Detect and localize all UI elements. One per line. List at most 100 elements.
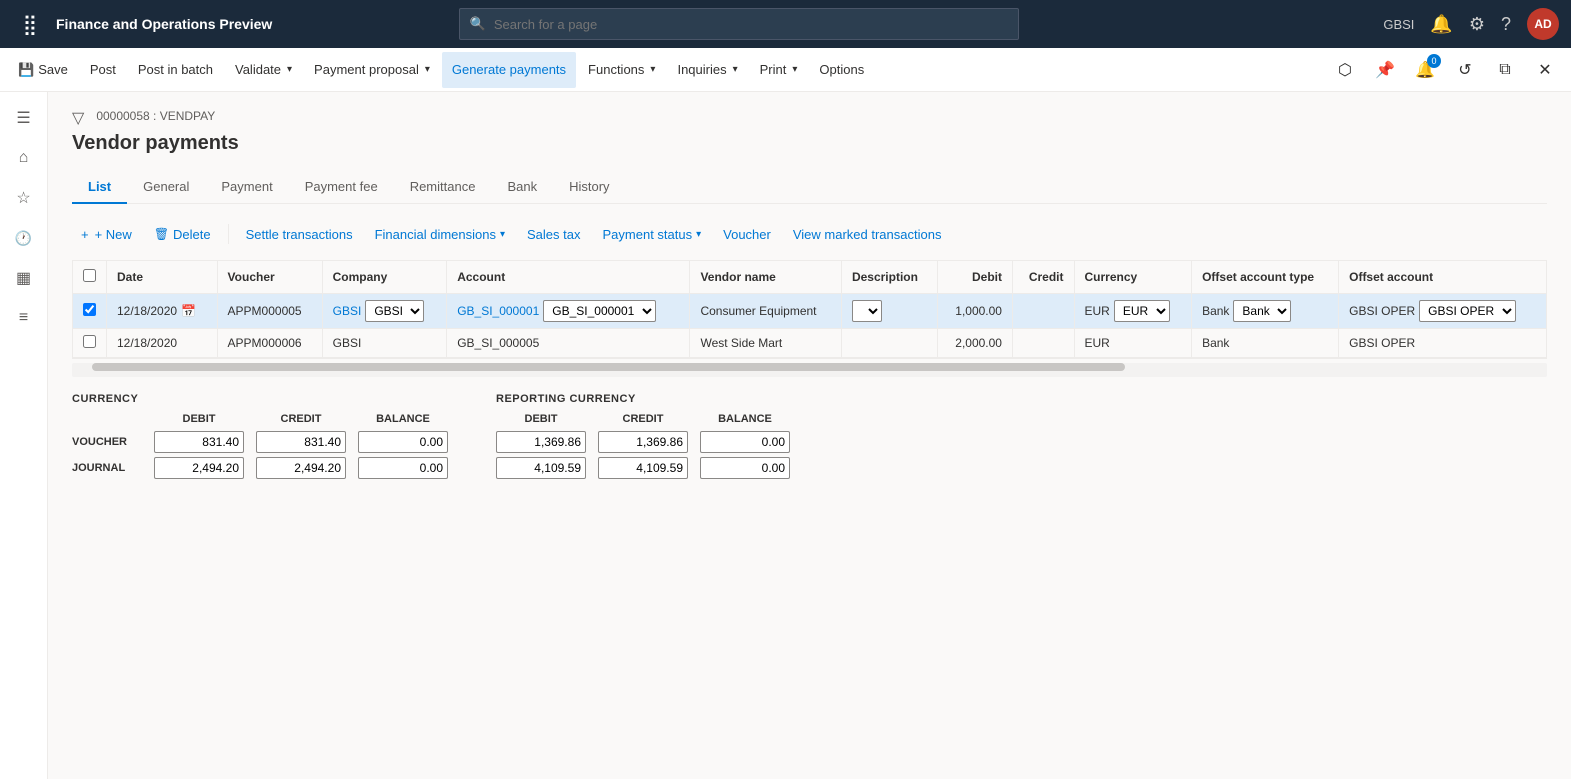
delete-icon: 🗑 xyxy=(154,227,169,241)
sidebar-item-favorites[interactable]: ☆ xyxy=(6,180,42,216)
col-header-offset-account-type: Offset account type xyxy=(1192,261,1339,294)
generate-payments-button[interactable]: Generate payments xyxy=(442,52,576,88)
payment-proposal-chevron: ▾ xyxy=(425,64,430,75)
voucher-button[interactable]: Voucher xyxy=(714,220,780,248)
cell-offset-account: GBSI OPER GBSI OPER xyxy=(1339,294,1546,329)
offset-account-select[interactable]: GBSI OPER xyxy=(1419,300,1516,322)
journal-balance-input[interactable] xyxy=(358,457,448,479)
open-in-new-icon[interactable]: 📌 xyxy=(1367,52,1403,88)
app-title: Finance and Operations Preview xyxy=(56,16,272,32)
tab-history[interactable]: History xyxy=(553,171,625,204)
search-input[interactable] xyxy=(494,17,1008,32)
company-select[interactable]: GBSI xyxy=(365,300,424,322)
tab-remittance[interactable]: Remittance xyxy=(394,171,492,204)
sidebar-item-list[interactable]: ≡ xyxy=(6,300,42,336)
account-select[interactable]: GB_SI_000001 xyxy=(543,300,656,322)
view-marked-transactions-button[interactable]: View marked transactions xyxy=(784,220,951,248)
sidebar-item-home[interactable]: ⌂ xyxy=(6,140,42,176)
options-button[interactable]: Options xyxy=(809,52,874,88)
voucher-balance-input[interactable] xyxy=(358,431,448,453)
currency-col-credit: CREDIT xyxy=(256,413,346,425)
company-link[interactable]: GBSI xyxy=(333,304,362,318)
validate-chevron: ▾ xyxy=(287,64,292,75)
payment-proposal-button[interactable]: Payment proposal ▾ xyxy=(304,52,440,88)
settings-icon[interactable]: ⚙ xyxy=(1469,15,1485,33)
currency-col-headers: DEBIT CREDIT BALANCE xyxy=(72,413,448,425)
reporting-journal-row xyxy=(496,457,790,479)
table-row[interactable]: 12/18/2020 📅APPM000005GBSIGBSIGB_SI_0000… xyxy=(73,294,1546,329)
tabs: List General Payment Payment fee Remitta… xyxy=(72,171,1547,204)
cell-debit: 1,000.00 xyxy=(938,294,1013,329)
settle-transactions-button[interactable]: Settle transactions xyxy=(237,220,362,248)
post-in-batch-button[interactable]: Post in batch xyxy=(128,52,223,88)
cell-offset-account-type: Bank xyxy=(1192,329,1339,358)
new-button[interactable]: + + New xyxy=(72,220,141,248)
col-header-account: Account xyxy=(447,261,690,294)
description-select[interactable] xyxy=(852,300,882,322)
post-button[interactable]: Post xyxy=(80,52,126,88)
calendar-icon[interactable]: 📅 xyxy=(181,304,196,318)
voucher-credit-input[interactable] xyxy=(256,431,346,453)
filter-icon[interactable]: ▽ xyxy=(72,108,84,128)
currency-select[interactable]: EUR xyxy=(1114,300,1170,322)
row-checkbox[interactable] xyxy=(83,303,96,316)
reporting-voucher-balance-input[interactable] xyxy=(700,431,790,453)
row-checkbox[interactable] xyxy=(83,335,96,348)
notifications-icon[interactable]: 🔔 xyxy=(1430,15,1452,33)
sales-tax-button[interactable]: Sales tax xyxy=(518,220,589,248)
main-layout: ☰ ⌂ ☆ 🕐 ▦ ≡ ▽ 00000058 : VENDPAY Vendor … xyxy=(0,92,1571,779)
close-icon[interactable]: ✕ xyxy=(1527,52,1563,88)
refresh-icon[interactable]: ↺ xyxy=(1447,52,1483,88)
reporting-journal-credit-input[interactable] xyxy=(598,457,688,479)
journal-credit-input[interactable] xyxy=(256,457,346,479)
offset-type-select[interactable]: Bank xyxy=(1233,300,1291,322)
help-icon[interactable]: ? xyxy=(1501,15,1511,33)
cell-voucher: APPM000005 xyxy=(217,294,322,329)
save-button[interactable]: 💾 Save xyxy=(8,52,78,88)
user-company: GBSI xyxy=(1383,17,1414,32)
print-button[interactable]: Print ▾ xyxy=(750,52,808,88)
tab-payment[interactable]: Payment xyxy=(205,171,288,204)
reporting-voucher-credit-input[interactable] xyxy=(598,431,688,453)
cell-date: 12/18/2020 📅 xyxy=(107,294,218,329)
tab-list[interactable]: List xyxy=(72,171,127,204)
financial-dimensions-chevron: ▾ xyxy=(500,229,505,240)
tab-general[interactable]: General xyxy=(127,171,205,204)
personalize-icon[interactable]: ⬡ xyxy=(1327,52,1363,88)
select-all-checkbox[interactable] xyxy=(83,269,96,282)
cell-description xyxy=(841,329,937,358)
currency-col-balance: BALANCE xyxy=(358,413,448,425)
waffle-icon[interactable]: ⣿ xyxy=(12,6,48,42)
journal-debit-input[interactable] xyxy=(154,457,244,479)
reporting-journal-balance-input[interactable] xyxy=(700,457,790,479)
col-header-debit: Debit xyxy=(938,261,1013,294)
user-avatar[interactable]: AD xyxy=(1527,8,1559,40)
reporting-journal-debit-input[interactable] xyxy=(496,457,586,479)
reporting-voucher-debit-input[interactable] xyxy=(496,431,586,453)
top-nav: ⣿ Finance and Operations Preview 🔍 GBSI … xyxy=(0,0,1571,48)
voucher-debit-input[interactable] xyxy=(154,431,244,453)
new-window-icon[interactable]: ⧉ xyxy=(1487,52,1523,88)
cell-offset-account-type: Bank Bank xyxy=(1192,294,1339,329)
account-link[interactable]: GB_SI_000001 xyxy=(457,304,539,318)
reporting-currency-title: REPORTING CURRENCY xyxy=(496,393,790,405)
delete-button[interactable]: 🗑 Delete xyxy=(145,220,220,248)
financial-dimensions-button[interactable]: Financial dimensions ▾ xyxy=(366,220,514,248)
cell-credit xyxy=(1012,329,1074,358)
table-row[interactable]: 12/18/2020APPM000006GBSIGB_SI_000005West… xyxy=(73,329,1546,358)
inquiries-button[interactable]: Inquiries ▾ xyxy=(667,52,747,88)
functions-button[interactable]: Functions ▾ xyxy=(578,52,665,88)
payment-status-button[interactable]: Payment status ▾ xyxy=(594,220,711,248)
summary-section: CURRENCY DEBIT CREDIT BALANCE VOUCHER JO… xyxy=(72,393,1547,483)
cell-credit xyxy=(1012,294,1074,329)
payment-status-chevron: ▾ xyxy=(696,229,701,240)
sidebar-item-workspaces[interactable]: ▦ xyxy=(6,260,42,296)
currency-col-debit: DEBIT xyxy=(154,413,244,425)
cell-company: GBSIGBSI xyxy=(322,294,447,329)
tab-bank[interactable]: Bank xyxy=(491,171,553,204)
sidebar-item-menu[interactable]: ☰ xyxy=(6,100,42,136)
tab-payment-fee[interactable]: Payment fee xyxy=(289,171,394,204)
horizontal-scrollbar[interactable] xyxy=(72,363,1547,377)
sidebar-item-recent[interactable]: 🕐 xyxy=(6,220,42,256)
validate-button[interactable]: Validate ▾ xyxy=(225,52,302,88)
